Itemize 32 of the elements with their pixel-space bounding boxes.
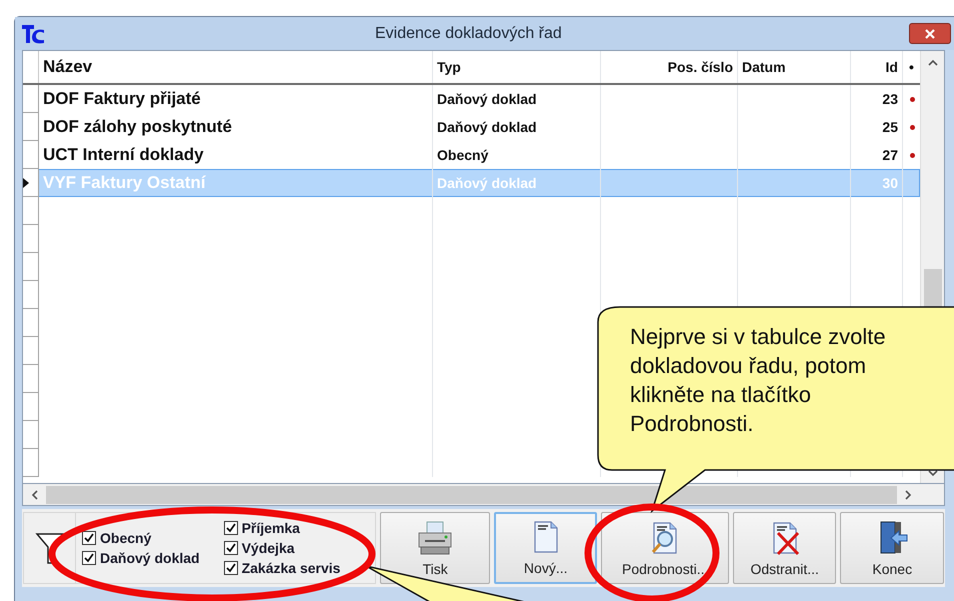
table-cell-text: DOF Faktury přijaté [43, 88, 201, 110]
toolbar-button[interactable]: Tisk [380, 512, 490, 584]
table-cell-text: UCT Interní doklady [43, 144, 204, 166]
table-cell-text: Daňový doklad [437, 118, 537, 137]
table-row[interactable]: DOF Faktury přijaté Daňový doklad 23 [23, 85, 920, 113]
toolbar-button[interactable]: Odstranit... [732, 512, 836, 584]
table-row[interactable]: DOF zálohy poskytnuté Daňový doklad 25 [23, 113, 920, 141]
column-header[interactable]: Název [43, 54, 92, 80]
checkbox-label: Zakázka servis [242, 558, 340, 578]
toolbar-button[interactable]: Konec [840, 512, 944, 584]
table-cell-text: Obecný [437, 146, 488, 165]
checkbox-label: Příjemka [242, 518, 300, 538]
checkbox-label: Výdejka [242, 538, 295, 558]
table-cell-text: Daňový doklad [437, 174, 537, 193]
checkbox-label: Obecný [100, 528, 152, 548]
column-header[interactable]: Id [886, 56, 898, 78]
table-cell-text: 27 [882, 146, 898, 164]
toolbar-button[interactable]: Podrobnosti... [601, 512, 729, 584]
table-cell-text: Daňový doklad [437, 90, 537, 109]
column-header[interactable]: Pos. číslo [668, 56, 733, 78]
table-cell-text: VYF Faktury Ostatní [43, 172, 206, 194]
table-cell-text: 25 [882, 118, 898, 136]
table-cell-text: 30 [882, 174, 898, 192]
window-title: Evidence dokladových řad [375, 24, 562, 44]
callout-text: Nejprve si v tabulce zvolte dokladovou řadu, potom klikněte na tlačítko Podrobnosti. [630, 323, 887, 438]
column-header[interactable]: Typ [437, 56, 461, 78]
column-header[interactable]: • [909, 56, 914, 78]
table-cell-text: 23 [882, 90, 898, 108]
toolbar-button[interactable]: Nový... [494, 512, 598, 584]
column-header[interactable]: Datum [742, 56, 786, 78]
checkbox-label: Daňový doklad [100, 548, 200, 568]
table-cell-text: DOF zálohy poskytnuté [43, 116, 232, 138]
